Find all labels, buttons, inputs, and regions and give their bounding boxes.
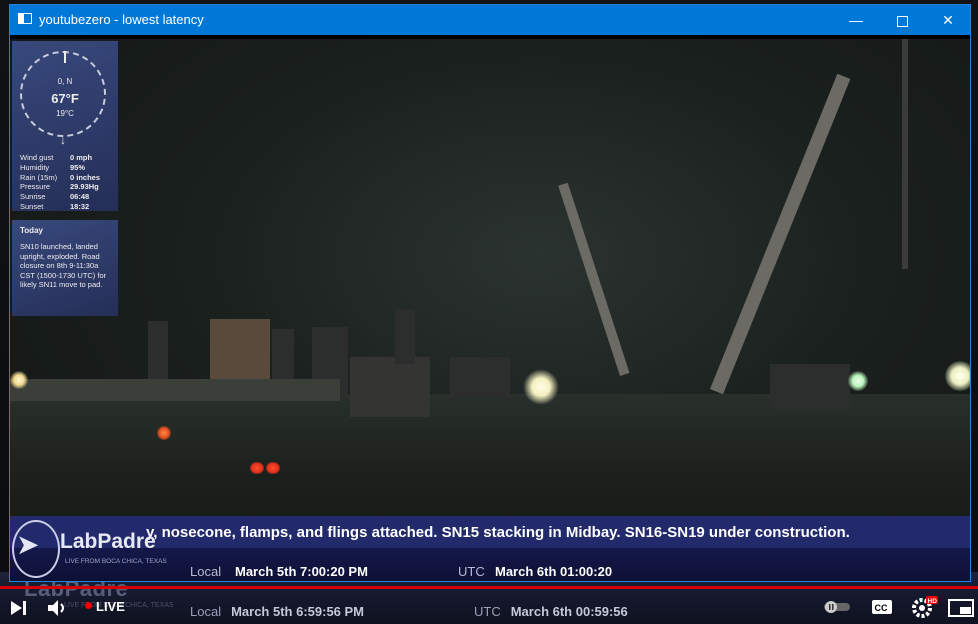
minimize-icon: — xyxy=(849,12,863,28)
stat-row: Sunset 18:32 xyxy=(20,202,100,212)
flood-light xyxy=(523,369,559,405)
svg-text:HD: HD xyxy=(928,598,938,605)
close-icon: ✕ xyxy=(942,12,954,28)
utc-time: March 6th 01:00:20 xyxy=(495,564,613,579)
app-window: youtubezero - lowest latency — ✕ 0, N 67… xyxy=(9,4,971,582)
building xyxy=(770,364,850,409)
maximize-icon xyxy=(896,15,908,27)
settings-icon[interactable]: HD xyxy=(911,595,939,619)
stat-row: Pressure 29.93Hg xyxy=(20,182,100,192)
green-light xyxy=(848,371,868,391)
today-panel: Today SN10 launched, landed upright, exp… xyxy=(12,220,118,316)
player-controls: CC HD xyxy=(0,594,978,622)
close-button[interactable]: ✕ xyxy=(925,5,971,35)
stat-key: Humidity xyxy=(20,162,50,172)
stat-row: Wind gust 0 mph xyxy=(20,153,100,163)
app-icon xyxy=(18,13,32,24)
weather-stats: Wind gust 0 mph Humidity 95% Rain (15m) 0 i… xyxy=(20,153,100,212)
window-title: youtubezero - lowest latency xyxy=(39,12,204,27)
flood-light xyxy=(10,371,28,389)
autoplay-toggle-icon[interactable] xyxy=(822,600,852,614)
news-ticker: y, nosecone, flamps, and flings attached… xyxy=(10,516,970,581)
today-text: SN10 launched, landed upright, exploded.… xyxy=(20,242,107,289)
title-bar[interactable]: youtubezero - lowest latency — ✕ xyxy=(10,5,970,35)
ticker-text: y, nosecone, flamps, and flings attached… xyxy=(146,524,850,541)
stat-key: Sunset xyxy=(20,201,44,211)
crane-boom xyxy=(710,73,851,395)
live-label[interactable]: LIVE xyxy=(96,599,125,614)
stat-row: Sunrise 06:48 xyxy=(20,192,100,202)
stat-key: Pressure xyxy=(20,182,51,192)
live-indicator xyxy=(85,602,92,609)
volume-icon[interactable] xyxy=(46,598,68,618)
weather-panel: 0, N 67°F 19°C ↓ Wind gust 0 mph Humidity… xyxy=(12,41,118,211)
brand-subtitle: LIVE FROM BOCA CHICA, TEXAS xyxy=(65,558,167,565)
stat-value: 0 inches xyxy=(70,172,101,182)
brand-logo: LabPadre xyxy=(60,530,156,553)
wind-direction: 0, N xyxy=(57,77,73,86)
stat-row: Rain (15m) 0 inches xyxy=(20,173,100,183)
stat-row: Humidity 95% xyxy=(20,163,100,173)
utc-label: UTC xyxy=(458,564,485,579)
minimize-button[interactable]: — xyxy=(833,5,879,35)
next-icon[interactable] xyxy=(10,600,28,616)
tower xyxy=(902,39,908,269)
stat-value: 0 mph xyxy=(70,153,93,162)
temperature-f: 67°F xyxy=(51,91,79,106)
vehicle-light xyxy=(266,462,280,474)
vehicle-light xyxy=(250,462,264,474)
tank xyxy=(450,357,510,397)
stat-value: 18:32 xyxy=(70,201,90,211)
maximize-button[interactable] xyxy=(879,5,925,35)
progress-bar[interactable] xyxy=(0,586,978,589)
tank xyxy=(395,309,415,364)
local-label: Local xyxy=(190,564,222,579)
rocket-icon: ➤ xyxy=(16,529,40,560)
today-heading: Today xyxy=(20,226,43,235)
stat-value: 06:48 xyxy=(70,192,90,202)
captions-icon[interactable]: CC xyxy=(871,599,893,615)
tank xyxy=(210,319,270,379)
stat-key: Rain (15m) xyxy=(20,172,58,182)
flood-light xyxy=(945,361,970,391)
stat-value: 95% xyxy=(70,162,86,172)
video-frame[interactable]: 0, N 67°F 19°C ↓ Wind gust 0 mph Humidity… xyxy=(10,39,970,581)
warning-light xyxy=(157,426,171,440)
stat-key: Sunrise xyxy=(20,192,46,202)
tank-row xyxy=(10,379,340,401)
stat-key: Wind gust xyxy=(20,153,54,162)
temperature-c: 19°C xyxy=(56,109,74,118)
stat-value: 29.93Hg xyxy=(70,182,99,192)
local-time: March 5th 7:00:20 PM xyxy=(235,564,368,579)
tank xyxy=(350,357,430,417)
north-marker xyxy=(64,51,66,63)
crane-boom xyxy=(558,182,630,376)
wind-arrow-icon: ↓ xyxy=(60,133,66,147)
svg-text:CC: CC xyxy=(875,603,888,613)
miniplayer-icon[interactable] xyxy=(948,599,974,617)
